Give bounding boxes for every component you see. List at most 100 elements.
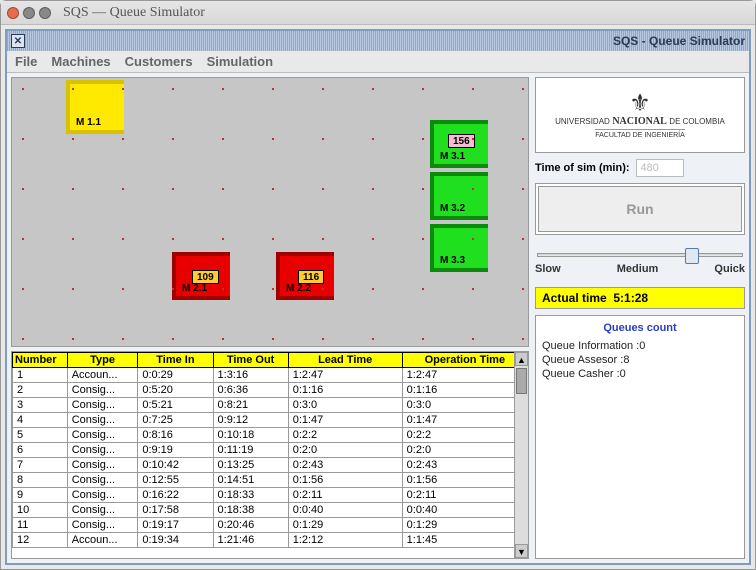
ticket-156[interactable]: 156 <box>448 134 475 148</box>
grid-dot <box>522 138 524 140</box>
logo-line2: FACULTAD DE INGENIERÍA <box>595 129 685 139</box>
grid-dot <box>272 138 274 140</box>
table-row[interactable]: 5Consig...0:8:160:10:180:2:20:2:2 <box>13 428 528 443</box>
table-row[interactable]: 7Consig...0:10:420:13:250:2:430:2:43 <box>13 458 528 473</box>
table-row[interactable]: 9Consig...0:16:220:18:330:2:110:2:11 <box>13 488 528 503</box>
actual-time-label: Actual time <box>542 291 607 305</box>
grid-dot <box>422 288 424 290</box>
grid-dot <box>372 88 374 90</box>
col-operation-time[interactable]: Operation Time <box>402 353 527 368</box>
grid-dot <box>322 188 324 190</box>
col-type[interactable]: Type <box>67 353 138 368</box>
menu-simulation[interactable]: Simulation <box>207 54 273 69</box>
simulation-canvas[interactable]: // inserted later after data parse; but … <box>11 77 529 347</box>
events-table-wrap: NumberTypeTime InTime OutLead TimeOperat… <box>11 351 529 559</box>
machine-m11[interactable]: M 1.1 <box>66 80 124 134</box>
grid-dot <box>22 288 24 290</box>
inner-close-button[interactable]: ✕ <box>11 34 25 48</box>
grid-dot <box>322 288 324 290</box>
time-of-sim-input[interactable] <box>636 159 684 177</box>
table-row[interactable]: 6Consig...0:9:190:11:190:2:00:2:0 <box>13 443 528 458</box>
grid-dot <box>272 88 274 90</box>
grid-dot <box>472 338 474 340</box>
grid-dot <box>22 138 24 140</box>
queues-title: Queues count <box>542 322 738 334</box>
grid-dot <box>222 188 224 190</box>
menu-machines[interactable]: Machines <box>51 54 110 69</box>
table-row[interactable]: 1Accoun...0:0:291:3:161:2:471:2:47 <box>13 368 528 383</box>
os-window-title: SQS — Queue Simulator <box>63 5 205 21</box>
grid-dot <box>422 138 424 140</box>
machine-m31-label: M 3.1 <box>440 151 465 162</box>
table-row[interactable]: 4Consig...0:7:250:9:120:1:470:1:47 <box>13 413 528 428</box>
grid-dot <box>122 88 124 90</box>
grid-dot <box>22 188 24 190</box>
table-row[interactable]: 8Consig...0:12:550:14:510:1:560:1:56 <box>13 473 528 488</box>
table-scrollbar[interactable]: ▲ ▼ <box>514 352 528 558</box>
os-close-button[interactable] <box>7 7 19 19</box>
grid-dot <box>72 338 74 340</box>
run-button[interactable]: Run <box>538 186 742 232</box>
grid-dot <box>222 88 224 90</box>
grid-dot <box>272 288 274 290</box>
table-row[interactable]: 2Consig...0:5:200:6:360:1:160:1:16 <box>13 383 528 398</box>
grid-dot <box>22 238 24 240</box>
grid-dot <box>372 338 374 340</box>
grid-dot <box>372 238 374 240</box>
grid-dot <box>72 188 74 190</box>
table-row[interactable]: 12Accoun...0:19:341:21:461:2:121:1:45 <box>13 533 528 548</box>
time-of-sim-row: Time of sim (min): <box>535 159 745 177</box>
os-maximize-button[interactable] <box>39 7 51 19</box>
scroll-up-button[interactable]: ▲ <box>515 352 528 366</box>
grid-dot <box>172 88 174 90</box>
menu-file[interactable]: File <box>15 54 37 69</box>
speed-slider-panel: Slow Medium Quick <box>535 241 745 281</box>
grid-dot <box>72 238 74 240</box>
speed-slider[interactable] <box>537 253 743 257</box>
grid-dot <box>322 88 324 90</box>
col-number[interactable]: Number <box>13 353 68 368</box>
grid-dot <box>72 138 74 140</box>
speed-slow-label: Slow <box>535 263 561 275</box>
grid-dot <box>322 338 324 340</box>
queue-assesor: Queue Assesor :8 <box>542 354 738 366</box>
grid-dot <box>272 338 274 340</box>
speed-medium-label: Medium <box>617 263 659 275</box>
grid-dot <box>22 338 24 340</box>
os-minimize-button[interactable] <box>23 7 35 19</box>
grid-dot <box>472 188 474 190</box>
grid-dot <box>122 188 124 190</box>
menu-customers[interactable]: Customers <box>125 54 193 69</box>
ticket-109[interactable]: 109 <box>192 270 219 284</box>
scroll-down-button[interactable]: ▼ <box>515 544 528 558</box>
grid-dot <box>522 88 524 90</box>
grid-dot <box>122 288 124 290</box>
col-time-in[interactable]: Time In <box>138 353 213 368</box>
actual-time-bar: Actual time 5:1:28 <box>535 287 745 309</box>
machine-m32[interactable]: M 3.2 <box>430 172 488 220</box>
col-lead-time[interactable]: Lead Time <box>288 353 402 368</box>
grid-dot <box>122 238 124 240</box>
menubar: File Machines Customers Simulation <box>7 51 749 73</box>
grid-dot <box>122 138 124 140</box>
machine-m33[interactable]: M 3.3 <box>430 224 488 272</box>
grid-dot <box>322 138 324 140</box>
grid-dot <box>472 288 474 290</box>
grid-dot <box>422 238 424 240</box>
grid-dot <box>172 188 174 190</box>
grid-dot <box>522 338 524 340</box>
table-row[interactable]: 11Consig...0:19:170:20:460:1:290:1:29 <box>13 518 528 533</box>
col-time-out[interactable]: Time Out <box>213 353 288 368</box>
ticket-116[interactable]: 116 <box>298 270 324 284</box>
table-row[interactable]: 10Consig...0:17:580:18:380:0:400:0:40 <box>13 503 528 518</box>
grid-dot <box>172 238 174 240</box>
speed-slider-thumb[interactable] <box>685 248 699 264</box>
grid-dot <box>222 238 224 240</box>
grid-dot <box>472 238 474 240</box>
table-row[interactable]: 3Consig...0:5:210:8:210:3:00:3:0 <box>13 398 528 413</box>
grid-dot <box>522 288 524 290</box>
grid-dot <box>322 238 324 240</box>
scroll-thumb[interactable] <box>516 368 527 394</box>
grid-dot <box>72 88 74 90</box>
grid-dot <box>222 338 224 340</box>
